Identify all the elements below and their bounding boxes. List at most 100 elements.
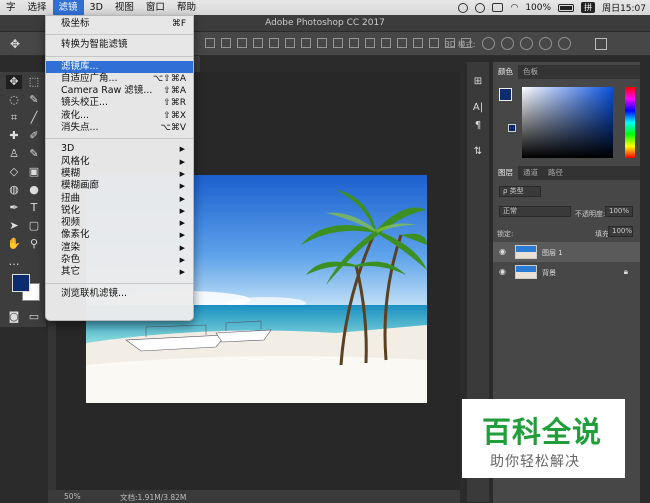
- align-middle-icon[interactable]: [221, 38, 231, 48]
- tab-channels[interactable]: 通道: [518, 166, 543, 180]
- menubar-item[interactable]: 帮助: [171, 0, 202, 15]
- align-top-icon[interactable]: [205, 38, 215, 48]
- menu-item[interactable]: 渲染 ▶: [46, 242, 193, 254]
- pen-tool-icon[interactable]: ✒: [6, 201, 22, 215]
- distribute-left-icon[interactable]: [349, 38, 359, 48]
- hue-slider[interactable]: [625, 87, 635, 158]
- menubar-item[interactable]: 滤镜: [52, 0, 84, 15]
- align-right-icon[interactable]: [285, 38, 295, 48]
- menubar-item[interactable]: 视图: [109, 0, 140, 15]
- menubar-item[interactable]: 3D: [84, 0, 109, 15]
- menu-item[interactable]: 转换为智能滤镜: [46, 39, 193, 51]
- drag-3d-icon[interactable]: [520, 37, 533, 50]
- history-brush-tool-icon[interactable]: ✎: [26, 147, 42, 161]
- path-select-tool-icon[interactable]: ➤: [6, 219, 22, 233]
- menu-item[interactable]: 锐化 ▶: [46, 205, 193, 217]
- menu-item[interactable]: 镜头校正... ⇧⌘R: [46, 97, 193, 109]
- layer-row[interactable]: ◉ 背景 🔒︎: [493, 262, 640, 282]
- distribute-bottom-icon[interactable]: [333, 38, 343, 48]
- roll-3d-icon[interactable]: [501, 37, 514, 50]
- menu-item[interactable]: 模糊 ▶: [46, 168, 193, 180]
- quick-select-tool-icon[interactable]: ✎: [26, 93, 42, 107]
- zoom-tool-icon[interactable]: ⚲: [26, 237, 42, 251]
- marquee-tool-icon[interactable]: ⬚: [26, 75, 42, 89]
- more-tools-icon[interactable]: …: [6, 255, 22, 269]
- color-field[interactable]: [522, 87, 613, 158]
- blend-mode-select[interactable]: 正常: [499, 206, 571, 217]
- menu-item[interactable]: 自适应广角... ⌥⇧⌘A: [46, 73, 193, 85]
- menu-item[interactable]: 杂色 ▶: [46, 254, 193, 266]
- menubar-clock[interactable]: 周日15:07: [602, 1, 646, 14]
- align-bottom-icon[interactable]: [237, 38, 247, 48]
- brush-tool-icon[interactable]: ✐: [26, 129, 42, 143]
- sync-icon[interactable]: [475, 2, 486, 13]
- healing-brush-tool-icon[interactable]: ✚: [6, 129, 22, 143]
- move-tool-preset-icon[interactable]: ✥: [10, 37, 20, 51]
- history-panel-icon[interactable]: ⊞: [472, 76, 484, 88]
- blur-tool-icon[interactable]: ◍: [6, 183, 22, 197]
- clone-stamp-tool-icon[interactable]: ♙: [6, 147, 22, 161]
- menu-item[interactable]: 风格化 ▶: [46, 156, 193, 168]
- fill-field[interactable]: 100%: [608, 226, 633, 237]
- menu-item[interactable]: 消失点... ⌥⌘V: [46, 122, 193, 134]
- foreground-color-swatch[interactable]: [12, 274, 30, 292]
- move-tool-icon[interactable]: ✥: [6, 75, 22, 89]
- menu-item[interactable]: 视频 ▶: [46, 217, 193, 229]
- lasso-tool-icon[interactable]: ◌: [6, 93, 22, 107]
- eye-icon[interactable]: ◉: [499, 247, 506, 256]
- menubar-item[interactable]: 字: [0, 0, 22, 15]
- tab-layers[interactable]: 图层: [493, 166, 518, 180]
- arrange-more-icon[interactable]: [429, 38, 439, 48]
- battery-icon[interactable]: [558, 3, 575, 12]
- gradient-tool-icon[interactable]: ▣: [26, 165, 42, 179]
- workspace-icon[interactable]: [595, 38, 607, 50]
- orbit-3d-icon[interactable]: [482, 37, 495, 50]
- adjustments-panel-icon[interactable]: ⇅: [472, 146, 484, 158]
- type-tool-icon[interactable]: T: [26, 201, 42, 215]
- qq-icon[interactable]: [458, 2, 469, 13]
- opacity-field[interactable]: 100%: [605, 206, 633, 217]
- menu-item[interactable]: Camera Raw 滤镜... ⇧⌘A: [46, 85, 193, 97]
- rectangle-tool-icon[interactable]: ▢: [26, 219, 42, 233]
- zoom-level[interactable]: 50%: [64, 492, 81, 501]
- eye-icon[interactable]: ◉: [499, 267, 506, 276]
- slide-3d-icon[interactable]: [539, 37, 552, 50]
- layer-row[interactable]: ◉ 图层 1: [493, 242, 640, 262]
- align-center-icon[interactable]: [269, 38, 279, 48]
- document-size[interactable]: 文档:1.91M/3.82M: [120, 492, 186, 503]
- menu-item[interactable]: 3D ▶: [46, 143, 193, 155]
- menu-item[interactable]: 模糊画廊 ▶: [46, 180, 193, 192]
- dodge-tool-icon[interactable]: ●: [26, 183, 42, 197]
- paragraph-panel-icon[interactable]: ¶: [472, 120, 484, 132]
- layer-filter-select[interactable]: ρ 类型: [499, 186, 541, 197]
- distribute-right-icon[interactable]: [381, 38, 391, 48]
- hand-tool-icon[interactable]: ✋: [6, 237, 22, 251]
- quick-mask-icon[interactable]: ◙: [6, 310, 22, 324]
- tab-paths[interactable]: 路径: [543, 166, 568, 180]
- scale-3d-icon[interactable]: [558, 37, 571, 50]
- eraser-tool-icon[interactable]: ◇: [6, 165, 22, 179]
- input-method-indicator[interactable]: 拼: [581, 2, 596, 13]
- menu-item[interactable]: 扭曲 ▶: [46, 193, 193, 205]
- airplay-icon[interactable]: [492, 3, 504, 12]
- tab-color[interactable]: 颜色: [493, 65, 518, 79]
- crop-tool-icon[interactable]: ⌗: [6, 111, 22, 125]
- auto-align-icon[interactable]: [397, 38, 407, 48]
- menubar-item[interactable]: 选择: [22, 0, 53, 15]
- menu-item[interactable]: 液化... ⇧⌘X: [46, 110, 193, 122]
- menu-item[interactable]: 滤镜库...: [46, 60, 193, 73]
- menu-item[interactable]: 浏览联机滤镜...: [46, 288, 193, 300]
- menu-item[interactable]: 其它 ▶: [46, 266, 193, 278]
- distribute-top-icon[interactable]: [301, 38, 311, 48]
- tab-swatches[interactable]: 色板: [518, 65, 543, 79]
- distribute-middle-icon[interactable]: [317, 38, 327, 48]
- menu-item[interactable]: 像素化 ▶: [46, 229, 193, 241]
- wifi-icon[interactable]: ◠: [510, 3, 518, 13]
- align-left-icon[interactable]: [253, 38, 263, 48]
- color-panel-background[interactable]: [508, 124, 516, 132]
- menu-item[interactable]: 极坐标 ⌘F: [46, 18, 193, 30]
- distribute-center-icon[interactable]: [365, 38, 375, 48]
- arrange-icon[interactable]: [413, 38, 423, 48]
- screen-mode-icon[interactable]: ▭: [26, 310, 42, 324]
- character-panel-icon[interactable]: A|: [472, 102, 484, 114]
